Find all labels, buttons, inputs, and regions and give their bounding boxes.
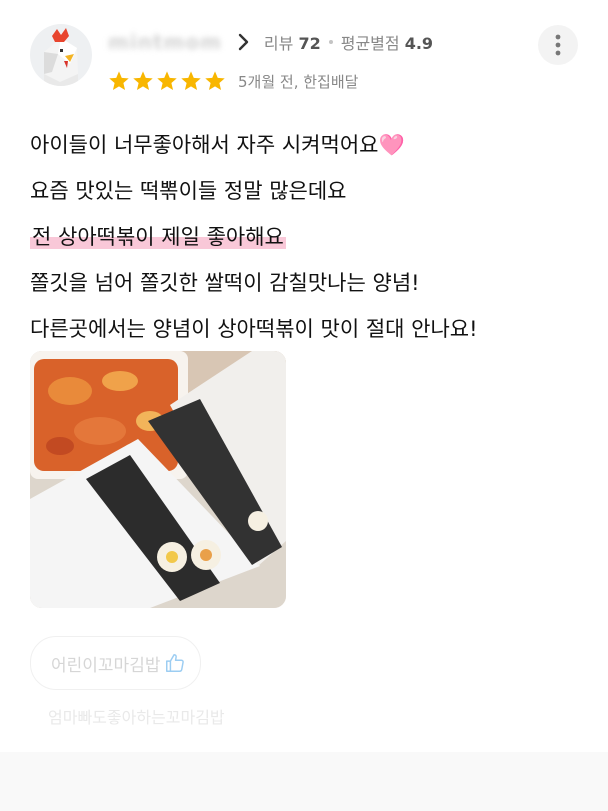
review-line-1: 아이들이 너무좋아해서 자주 시켜먹어요🩷 — [30, 133, 405, 157]
avg-rating-label: 평균별점 — [340, 34, 400, 53]
review-line-5: 다른곳에서는 양념이 상아떡볶이 맛이 절대 안나요! — [30, 317, 478, 341]
chevron-right-icon[interactable] — [238, 32, 258, 52]
menu-description: 엄마빠도좋아하는꼬마김밥 — [48, 708, 225, 727]
star-icon — [181, 71, 201, 90]
review-line-4: 쫄깃을 넘어 쫄깃한 쌀떡이 감칠맛나는 양념! — [30, 271, 420, 295]
more-options-button[interactable] — [538, 25, 578, 65]
ordered-menu-name: 어린이꼬마김밥 — [51, 655, 161, 676]
heart-emoji-icon: 🩷 — [378, 133, 405, 157]
review-body: 아이들이 너무좋아해서 자주 시켜먹어요🩷 요즘 맛있는 떡뽂이들 정말 많은데… — [30, 122, 590, 352]
ordered-menu-chip[interactable]: 어린이꼬마김밥 — [30, 636, 202, 690]
avg-rating-value: 4.9 — [404, 34, 434, 53]
star-icon — [133, 71, 153, 90]
star-icon — [205, 71, 225, 90]
bottom-divider-band — [0, 752, 608, 811]
review-count-stat: 리뷰 72 — [264, 30, 321, 54]
review-count-value: 72 — [298, 34, 321, 53]
star-icon — [109, 71, 129, 90]
thumbs-up-icon — [166, 654, 185, 672]
review-time-meta: 5개월 전, 한집배달 — [238, 72, 359, 91]
avg-rating-stat: 평균별점 4.9 — [341, 30, 433, 54]
reviewer-nickname[interactable]: mintmom — [108, 30, 222, 54]
review-photo[interactable] — [30, 351, 286, 608]
review-count-label: 리뷰 — [263, 34, 294, 53]
separator-dot — [328, 40, 333, 44]
star-rating — [108, 70, 226, 92]
star-icon — [157, 71, 177, 90]
review-line-3: 전 상아떡볶이 제일 좋아해요 — [30, 214, 590, 260]
review-line-2: 요즘 맛있는 떡뽂이들 정말 많은데요 — [30, 179, 347, 203]
rating-line: 5개월 전, 한집배달 — [108, 70, 358, 92]
review-user-line: mintmom 리뷰 72 평균별점 4.9 — [108, 30, 433, 54]
chicken-avatar-icon[interactable] — [30, 24, 92, 86]
highlighted-text: 전 상아떡볶이 제일 좋아해요 — [30, 225, 286, 249]
more-vertical-icon — [555, 34, 561, 56]
